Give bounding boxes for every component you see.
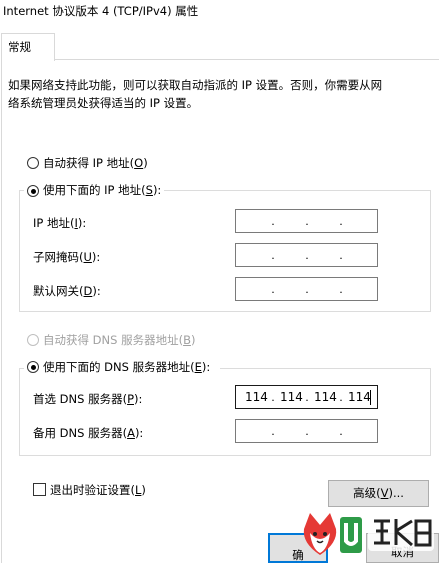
dns-manual-radio[interactable] bbox=[27, 361, 39, 373]
dns-manual-key: E bbox=[194, 360, 202, 374]
ip-address-text: IP 地址( bbox=[33, 216, 75, 230]
alternate-dns-key: A bbox=[127, 426, 135, 440]
validate-text: 退出时验证设置( bbox=[50, 483, 135, 497]
fox-mascot-icon bbox=[303, 513, 337, 555]
gateway-field[interactable]: ... bbox=[235, 277, 378, 301]
ip-manual-key: S bbox=[145, 183, 153, 197]
preferred-dns-text: 首选 DNS 服务器( bbox=[33, 392, 128, 406]
gateway-suffix: ): bbox=[92, 284, 101, 298]
advanced-button[interactable]: 高级(V)... bbox=[328, 480, 429, 507]
preferred-dns-octet-4: 114 bbox=[348, 390, 371, 404]
preferred-dns-suffix: ): bbox=[134, 392, 143, 406]
title-bar: Internet 协议版本 4 (TCP/IPv4) 属性 bbox=[0, 0, 439, 22]
preferred-dns-octet-1: 114 bbox=[245, 390, 268, 404]
dns-manual-close: ): bbox=[201, 360, 211, 374]
gateway-label: 默认网关(D): bbox=[33, 283, 101, 299]
subnet-mask-key: U bbox=[83, 250, 92, 264]
ip-manual-radio[interactable] bbox=[27, 185, 39, 197]
validate-label[interactable]: 退出时验证设置(L) bbox=[50, 482, 146, 498]
alternate-dns-text: 备用 DNS 服务器( bbox=[33, 426, 128, 440]
text-cursor bbox=[370, 390, 371, 405]
logo-mark-icon bbox=[368, 515, 434, 551]
ip-address-suffix: ): bbox=[77, 216, 87, 230]
window-title: Internet 协议版本 4 (TCP/IPv4) 属性 bbox=[3, 4, 199, 18]
dns-manual-text: 使用下面的 DNS 服务器地址( bbox=[43, 360, 195, 374]
dns-auto-label[interactable]: 自动获得 DNS 服务器地址(B) bbox=[43, 332, 195, 348]
tab-general-label: 常规 bbox=[8, 40, 31, 54]
ip-auto-key: O bbox=[134, 156, 144, 170]
description-line-2: 络系统管理员处获得适当的 IP 设置。 bbox=[8, 96, 199, 110]
alternate-dns-field[interactable]: ... bbox=[235, 419, 378, 443]
alternate-dns-label: 备用 DNS 服务器(A): bbox=[33, 425, 143, 441]
dns-auto-radio[interactable] bbox=[27, 334, 39, 346]
description-text: 如果网络支持此功能，则可以获取自动指派的 IP 设置。否则，你需要从网 络系统管… bbox=[8, 76, 428, 112]
preferred-dns-octet-3: 114 bbox=[314, 390, 337, 404]
gateway-text: 默认网关( bbox=[33, 284, 84, 298]
ip-auto-close: ) bbox=[143, 156, 148, 170]
subnet-mask-field[interactable]: ... bbox=[235, 243, 378, 267]
ip-manual-text: 使用下面的 IP 地址( bbox=[43, 183, 146, 197]
preferred-dns-field[interactable]: 114 . 114 . 114 . 114 bbox=[235, 385, 378, 409]
ip-manual-label[interactable]: 使用下面的 IP 地址(S): bbox=[43, 182, 161, 198]
ip-manual-close: ): bbox=[152, 183, 162, 197]
subnet-mask-text: 子网掩码( bbox=[33, 250, 84, 264]
u-logo-icon bbox=[340, 517, 362, 553]
dns-auto-text: 自动获得 DNS 服务器地址( bbox=[43, 333, 184, 347]
dns-auto-close: ) bbox=[190, 333, 196, 347]
subnet-mask-label: 子网掩码(U): bbox=[33, 249, 100, 265]
dns-auto-key: B bbox=[183, 333, 191, 347]
ip-auto-text: 自动获得 IP 地址( bbox=[43, 156, 135, 170]
description-line-1: 如果网络支持此功能，则可以获取自动指派的 IP 设置。否则，你需要从网 bbox=[8, 78, 383, 92]
watermark-logo bbox=[303, 513, 434, 555]
ip-auto-radio[interactable] bbox=[27, 157, 39, 169]
advanced-suffix: )... bbox=[388, 486, 404, 500]
preferred-dns-octet-2: 114 bbox=[280, 390, 303, 404]
preferred-dns-label: 首选 DNS 服务器(P): bbox=[33, 391, 142, 407]
tab-general[interactable]: 常规 bbox=[1, 33, 55, 61]
validate-checkbox[interactable] bbox=[33, 483, 46, 496]
dns-manual-label[interactable]: 使用下面的 DNS 服务器地址(E): bbox=[43, 359, 210, 375]
validate-suffix: ) bbox=[141, 483, 146, 497]
ip-auto-label[interactable]: 自动获得 IP 地址(O) bbox=[43, 155, 148, 171]
ip-address-field[interactable]: ... bbox=[235, 209, 378, 233]
ip-address-label: IP 地址(I): bbox=[33, 215, 86, 231]
subnet-mask-suffix: ): bbox=[91, 250, 101, 264]
preferred-dns-key: P bbox=[127, 392, 134, 406]
advanced-text: 高级( bbox=[353, 486, 381, 500]
alternate-dns-suffix: ): bbox=[134, 426, 144, 440]
